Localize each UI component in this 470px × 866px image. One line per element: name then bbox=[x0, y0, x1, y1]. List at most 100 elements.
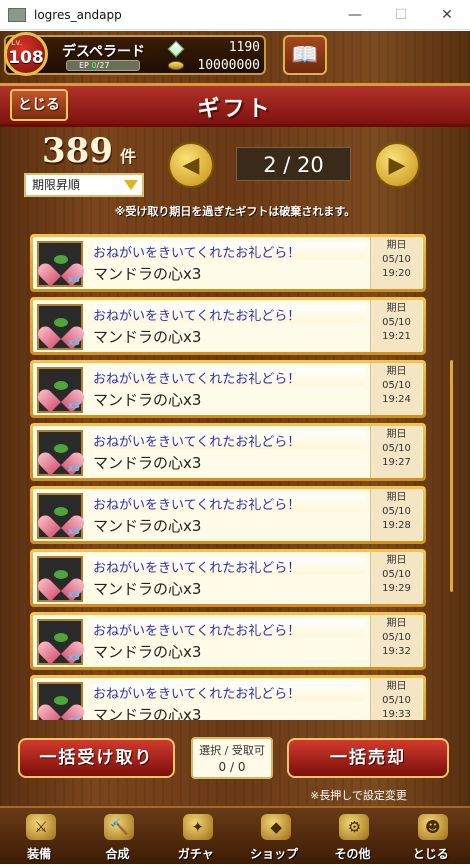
chevron-right-icon: ▶ bbox=[388, 152, 406, 178]
nav-item[interactable]: ⚙ その他 bbox=[317, 808, 387, 866]
close-button[interactable]: とじる bbox=[10, 89, 68, 121]
gift-deadline: 期日 05/10 19:33 bbox=[370, 678, 422, 720]
sprout-icon bbox=[54, 570, 68, 579]
mandragora-heart-icon: x3 bbox=[37, 493, 83, 539]
gift-title: おねがいをきいてくれたお礼どら！ bbox=[93, 620, 365, 639]
gift-qty: x3 bbox=[67, 653, 80, 663]
gift-item[interactable]: x3 おねがいをきいてくれたお礼どら！ マンドラの心x3 期日 05/10 19:21 bbox=[30, 297, 426, 355]
page-title: ギフト bbox=[197, 97, 273, 122]
nav-item[interactable]: ⚔ 装備 bbox=[4, 808, 74, 866]
level-number: 108 bbox=[8, 48, 44, 68]
mandragora-heart-icon: x3 bbox=[37, 430, 83, 476]
deadline-time: 19:33 bbox=[382, 709, 411, 720]
ep-bar: EP 0/27 bbox=[66, 60, 140, 71]
nav-label: 装備 bbox=[27, 847, 52, 861]
ep-label: EP bbox=[79, 61, 89, 70]
nav-item[interactable]: ☻ とじる bbox=[396, 808, 466, 866]
deadline-label: 期日 bbox=[386, 492, 407, 503]
gift-item[interactable]: x3 おねがいをきいてくれたお礼どら！ マンドラの心x3 期日 05/10 19:24 bbox=[30, 360, 426, 418]
gift-qty: x3 bbox=[67, 275, 80, 285]
gift-title: おねがいをきいてくれたお礼どら！ bbox=[93, 242, 365, 261]
hammer-icon: 🔨 bbox=[104, 814, 135, 840]
maximize-button[interactable]: ☐ bbox=[378, 0, 424, 30]
app-icon bbox=[8, 7, 26, 22]
scrollbar[interactable] bbox=[450, 360, 453, 592]
deadline-label: 期日 bbox=[386, 681, 407, 692]
nav-label: ガチャ bbox=[177, 847, 214, 861]
menu-book-button[interactable]: 📖 bbox=[283, 35, 327, 75]
player-name: デスペラード bbox=[62, 44, 146, 60]
gift-item[interactable]: x3 おねがいをきいてくれたお礼どら！ マンドラの心x3 期日 05/10 19:20 bbox=[30, 234, 426, 292]
gift-item[interactable]: x3 おねがいをきいてくれたお礼どら！ マンドラの心x3 期日 05/10 19:27 bbox=[30, 423, 426, 481]
sort-dropdown[interactable]: 期限昇順 bbox=[24, 173, 144, 197]
deadline-time: 19:20 bbox=[382, 268, 411, 279]
next-page-button[interactable]: ▶ bbox=[374, 142, 420, 188]
gift-name: マンドラの心x3 bbox=[93, 454, 202, 472]
gift-item-body: x3 おねがいをきいてくれたお礼どら！ マンドラの心x3 期日 05/10 19:33 bbox=[33, 678, 423, 720]
nav-item[interactable]: ◆ ショップ bbox=[239, 808, 309, 866]
gift-deadline: 期日 05/10 19:32 bbox=[370, 615, 422, 667]
level-badge: Lv. 108 bbox=[4, 32, 48, 76]
gift-title: おねがいをきいてくれたお礼どら！ bbox=[93, 368, 365, 387]
gift-item-body: x3 おねがいをきいてくれたお礼どら！ マンドラの心x3 期日 05/10 19:32 bbox=[33, 615, 423, 667]
prev-page-button[interactable]: ◀ bbox=[168, 142, 214, 188]
gift-item[interactable]: x3 おねがいをきいてくれたお礼どら！ マンドラの心x3 期日 05/10 19:28 bbox=[30, 486, 426, 544]
close-window-button[interactable]: ✕ bbox=[424, 0, 470, 30]
gift-item[interactable]: x3 おねがいをきいてくれたお礼どら！ マンドラの心x3 期日 05/10 19:29 bbox=[30, 549, 426, 607]
crystal-icon: ◆ bbox=[261, 814, 292, 840]
deadline-time: 19:27 bbox=[382, 457, 411, 468]
window-titlebar: logres_andapp — ☐ ✕ bbox=[0, 0, 470, 30]
gift-title: おねがいをきいてくれたお礼どら！ bbox=[93, 431, 365, 450]
deadline-label: 期日 bbox=[386, 303, 407, 314]
gift-item-body: x3 おねがいをきいてくれたお礼どら！ マンドラの心x3 期日 05/10 19:20 bbox=[33, 237, 423, 289]
expiry-notice: ※受け取り期日を過ぎたギフトは破棄されます。 bbox=[114, 205, 356, 218]
gift-qty: x3 bbox=[67, 590, 80, 600]
deadline-label: 期日 bbox=[386, 240, 407, 251]
gift-qty: x3 bbox=[67, 338, 80, 348]
ep-max: /27 bbox=[96, 61, 110, 70]
sprout-icon bbox=[54, 444, 68, 453]
gift-qty: x3 bbox=[67, 527, 80, 537]
gift-list[interactable]: x3 おねがいをきいてくれたお礼どら！ マンドラの心x3 期日 05/10 19:20 x3… bbox=[30, 234, 426, 720]
gift-deadline: 期日 05/10 19:27 bbox=[370, 426, 422, 478]
gift-name: マンドラの心x3 bbox=[93, 391, 202, 409]
deadline-time: 19:21 bbox=[382, 331, 411, 342]
deadline-label: 期日 bbox=[386, 555, 407, 566]
gift-qty: x3 bbox=[67, 464, 80, 474]
gift-qty: x3 bbox=[68, 716, 80, 720]
mandragora-heart-icon: x3 bbox=[37, 304, 83, 350]
bottom-nav: ⚔ 装備 🔨 合成 ✦ ガチャ ◆ ショップ ⚙ その他 ☻ とじる bbox=[0, 806, 470, 864]
gift-item-body: x3 おねがいをきいてくれたお礼どら！ マンドラの心x3 期日 05/10 19:27 bbox=[33, 426, 423, 478]
nav-item[interactable]: ✦ ガチャ bbox=[161, 808, 231, 866]
sort-label: 期限昇順 bbox=[32, 178, 81, 192]
minimize-button[interactable]: — bbox=[332, 0, 378, 30]
gift-deadline: 期日 05/10 19:24 bbox=[370, 363, 422, 415]
mandragora-heart-icon: x3 bbox=[37, 556, 83, 602]
sprout-icon bbox=[54, 381, 68, 390]
gem-count: 1190 bbox=[228, 40, 260, 55]
header-banner: ギフト bbox=[0, 83, 470, 127]
gift-item[interactable]: x3 おねがいをきいてくれたお礼どら！ マンドラの心x3 期日 05/10 19:33 bbox=[30, 675, 426, 720]
gift-deadline: 期日 05/10 19:28 bbox=[370, 489, 422, 541]
mandragora-heart-icon: x3 bbox=[37, 367, 83, 413]
nav-item[interactable]: 🔨 合成 bbox=[82, 808, 152, 866]
deadline-label: 期日 bbox=[386, 618, 407, 629]
gem-icon bbox=[167, 40, 185, 58]
nav-label: 合成 bbox=[105, 847, 130, 861]
sell-all-button[interactable]: 一括売却 bbox=[287, 738, 449, 778]
nav-label: その他 bbox=[334, 847, 371, 861]
gift-name: マンドラの心x3 bbox=[93, 706, 202, 720]
gift-count-unit: 件 bbox=[120, 147, 137, 166]
gear-icon: ⚙ bbox=[339, 814, 370, 840]
dropdown-arrow-icon bbox=[124, 180, 138, 190]
nav-label: とじる bbox=[412, 847, 449, 861]
sprout-icon bbox=[54, 318, 68, 327]
gift-item-body: x3 おねがいをきいてくれたお礼どら！ マンドラの心x3 期日 05/10 19:24 bbox=[33, 363, 423, 415]
receive-all-button[interactable]: 一括受け取り bbox=[18, 738, 175, 778]
gift-item[interactable]: x3 おねがいをきいてくれたお礼どら！ マンドラの心x3 期日 05/10 19:32 bbox=[30, 612, 426, 670]
deadline-date: 05/10 bbox=[382, 317, 411, 328]
gift-name: マンドラの心x3 bbox=[93, 328, 202, 346]
chevron-left-icon: ◀ bbox=[182, 152, 200, 178]
mandragora-heart-icon: x3 bbox=[37, 241, 83, 287]
nav-label: ショップ bbox=[250, 847, 299, 861]
